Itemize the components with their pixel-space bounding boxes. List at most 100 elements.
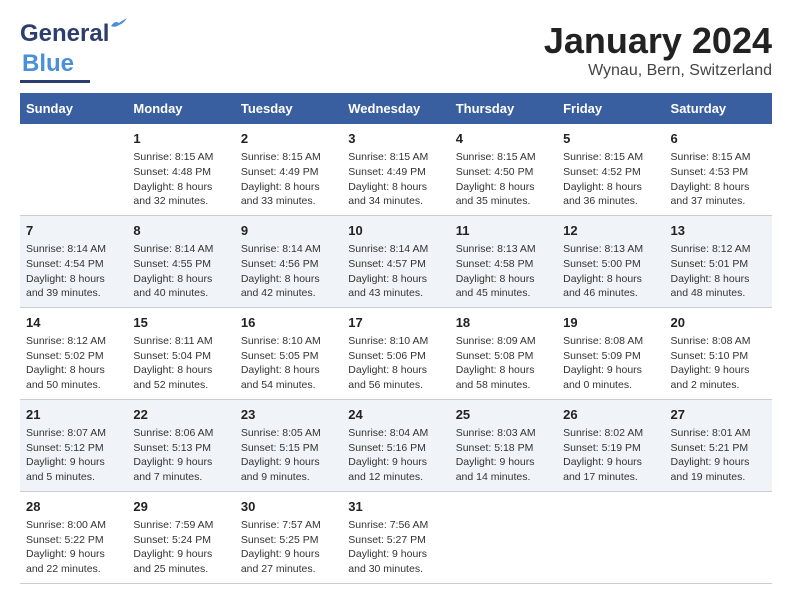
- day-info: Sunrise: 8:04 AMSunset: 5:16 PMDaylight:…: [348, 426, 443, 485]
- day-number: 16: [241, 314, 336, 332]
- day-info: Sunrise: 8:08 AMSunset: 5:10 PMDaylight:…: [671, 334, 766, 393]
- day-number: 23: [241, 406, 336, 424]
- day-cell: 31 Sunrise: 7:56 AMSunset: 5:27 PMDayligh…: [342, 491, 449, 583]
- weekday-header-friday: Friday: [557, 93, 664, 124]
- day-number: 18: [456, 314, 551, 332]
- day-info: Sunrise: 8:14 AMSunset: 4:55 PMDaylight:…: [133, 242, 228, 301]
- weekday-header-thursday: Thursday: [450, 93, 557, 124]
- day-info: Sunrise: 8:02 AMSunset: 5:19 PMDaylight:…: [563, 426, 658, 485]
- day-cell: 16Sunrise: 8:10 AMSunset: 5:05 PMDayligh…: [235, 307, 342, 399]
- day-info: Sunrise: 8:15 AMSunset: 4:53 PMDaylight:…: [671, 150, 766, 209]
- day-info: Sunrise: 8:07 AMSunset: 5:12 PMDaylight:…: [26, 426, 121, 485]
- week-row-2: 7 Sunrise: 8:14 AMSunset: 4:54 PMDaylight…: [20, 215, 772, 307]
- day-cell: [557, 491, 664, 583]
- weekday-header-sunday: Sunday: [20, 93, 127, 124]
- month-title: January 2024: [544, 20, 772, 62]
- day-cell: 12 Sunrise: 8:13 AMSunset: 5:00 PMDayligh…: [557, 215, 664, 307]
- day-info: Sunrise: 8:14 AMSunset: 4:56 PMDaylight:…: [241, 242, 336, 301]
- day-number: 28: [26, 498, 121, 516]
- week-row-4: 21Sunrise: 8:07 AMSunset: 5:12 PMDayligh…: [20, 399, 772, 491]
- day-info: Sunrise: 8:11 AMSunset: 5:04 PMDaylight:…: [133, 334, 228, 393]
- logo-underline: [20, 80, 90, 83]
- title-area: January 2024 Wynau, Bern, Switzerland: [544, 20, 772, 80]
- day-cell: 24Sunrise: 8:04 AMSunset: 5:16 PMDayligh…: [342, 399, 449, 491]
- day-cell: 22 Sunrise: 8:06 AMSunset: 5:13 PMDayligh…: [127, 399, 234, 491]
- day-number: 20: [671, 314, 766, 332]
- day-info: Sunrise: 8:05 AMSunset: 5:15 PMDaylight:…: [241, 426, 336, 485]
- day-number: 30: [241, 498, 336, 516]
- day-info: Sunrise: 8:01 AMSunset: 5:21 PMDaylight:…: [671, 426, 766, 485]
- day-number: 27: [671, 406, 766, 424]
- day-cell: 25Sunrise: 8:03 AMSunset: 5:18 PMDayligh…: [450, 399, 557, 491]
- day-info: Sunrise: 8:13 AMSunset: 5:00 PMDaylight:…: [563, 242, 658, 301]
- logo: General Blue: [20, 20, 109, 83]
- page-header: General Blue January 2024 Wynau, Bern, S…: [20, 20, 772, 83]
- day-cell: 8 Sunrise: 8:14 AMSunset: 4:55 PMDaylight…: [127, 215, 234, 307]
- day-number: 7: [26, 222, 121, 240]
- day-number: 22: [133, 406, 228, 424]
- day-number: 12: [563, 222, 658, 240]
- day-info: Sunrise: 8:10 AMSunset: 5:06 PMDaylight:…: [348, 334, 443, 393]
- day-cell: 10 Sunrise: 8:14 AMSunset: 4:57 PMDayligh…: [342, 215, 449, 307]
- day-cell: 1 Sunrise: 8:15 AMSunset: 4:48 PMDaylight…: [127, 124, 234, 215]
- day-number: 5: [563, 130, 658, 148]
- day-cell: 3Sunrise: 8:15 AMSunset: 4:49 PMDaylight…: [342, 124, 449, 215]
- weekday-header-wednesday: Wednesday: [342, 93, 449, 124]
- location: Wynau, Bern, Switzerland: [544, 62, 772, 80]
- day-cell: 19 Sunrise: 8:08 AMSunset: 5:09 PMDayligh…: [557, 307, 664, 399]
- logo-bird-icon: [111, 18, 127, 34]
- day-number: 4: [456, 130, 551, 148]
- day-info: Sunrise: 7:56 AMSunset: 5:27 PMDaylight:…: [348, 518, 443, 577]
- day-number: 29: [133, 498, 228, 516]
- day-number: 6: [671, 130, 766, 148]
- day-cell: 28 Sunrise: 8:00 AMSunset: 5:22 PMDayligh…: [20, 491, 127, 583]
- day-info: Sunrise: 8:00 AMSunset: 5:22 PMDaylight:…: [26, 518, 121, 577]
- day-number: 1: [133, 130, 228, 148]
- day-info: Sunrise: 7:59 AMSunset: 5:24 PMDaylight:…: [133, 518, 228, 577]
- day-info: Sunrise: 8:12 AMSunset: 5:01 PMDaylight:…: [671, 242, 766, 301]
- day-info: Sunrise: 8:14 AMSunset: 4:57 PMDaylight:…: [348, 242, 443, 301]
- day-number: 31: [348, 498, 443, 516]
- day-cell: 5 Sunrise: 8:15 AMSunset: 4:52 PMDaylight…: [557, 124, 664, 215]
- day-info: Sunrise: 8:06 AMSunset: 5:13 PMDaylight:…: [133, 426, 228, 485]
- day-info: Sunrise: 8:08 AMSunset: 5:09 PMDaylight:…: [563, 334, 658, 393]
- day-info: Sunrise: 8:15 AMSunset: 4:52 PMDaylight:…: [563, 150, 658, 209]
- day-number: 13: [671, 222, 766, 240]
- day-info: Sunrise: 8:15 AMSunset: 4:49 PMDaylight:…: [348, 150, 443, 209]
- day-cell: 13 Sunrise: 8:12 AMSunset: 5:01 PMDayligh…: [665, 215, 772, 307]
- week-row-5: 28 Sunrise: 8:00 AMSunset: 5:22 PMDayligh…: [20, 491, 772, 583]
- day-number: 10: [348, 222, 443, 240]
- logo-text: General: [20, 20, 109, 47]
- day-cell: 30Sunrise: 7:57 AMSunset: 5:25 PMDayligh…: [235, 491, 342, 583]
- day-cell: 7 Sunrise: 8:14 AMSunset: 4:54 PMDaylight…: [20, 215, 127, 307]
- day-number: 8: [133, 222, 228, 240]
- calendar-table: SundayMondayTuesdayWednesdayThursdayFrid…: [20, 93, 772, 584]
- day-number: 9: [241, 222, 336, 240]
- day-cell: 4 Sunrise: 8:15 AMSunset: 4:50 PMDaylight…: [450, 124, 557, 215]
- day-number: 19: [563, 314, 658, 332]
- day-cell: 9 Sunrise: 8:14 AMSunset: 4:56 PMDaylight…: [235, 215, 342, 307]
- day-info: Sunrise: 8:15 AMSunset: 4:50 PMDaylight:…: [456, 150, 551, 209]
- weekday-header-tuesday: Tuesday: [235, 93, 342, 124]
- day-cell: [20, 124, 127, 215]
- weekday-header-saturday: Saturday: [665, 93, 772, 124]
- week-row-1: 1 Sunrise: 8:15 AMSunset: 4:48 PMDaylight…: [20, 124, 772, 215]
- day-info: Sunrise: 8:15 AMSunset: 4:48 PMDaylight:…: [133, 150, 228, 209]
- day-number: 2: [241, 130, 336, 148]
- day-number: 14: [26, 314, 121, 332]
- day-cell: 21Sunrise: 8:07 AMSunset: 5:12 PMDayligh…: [20, 399, 127, 491]
- day-number: 11: [456, 222, 551, 240]
- day-number: 17: [348, 314, 443, 332]
- day-info: Sunrise: 8:03 AMSunset: 5:18 PMDaylight:…: [456, 426, 551, 485]
- day-cell: 11Sunrise: 8:13 AMSunset: 4:58 PMDayligh…: [450, 215, 557, 307]
- weekday-header-monday: Monday: [127, 93, 234, 124]
- day-cell: 20 Sunrise: 8:08 AMSunset: 5:10 PMDayligh…: [665, 307, 772, 399]
- day-info: Sunrise: 8:12 AMSunset: 5:02 PMDaylight:…: [26, 334, 121, 393]
- day-info: Sunrise: 8:14 AMSunset: 4:54 PMDaylight:…: [26, 242, 121, 301]
- day-number: 26: [563, 406, 658, 424]
- weekday-header-row: SundayMondayTuesdayWednesdayThursdayFrid…: [20, 93, 772, 124]
- logo-blue-text: Blue: [22, 50, 74, 77]
- day-info: Sunrise: 8:15 AMSunset: 4:49 PMDaylight:…: [241, 150, 336, 209]
- week-row-3: 14 Sunrise: 8:12 AMSunset: 5:02 PMDayligh…: [20, 307, 772, 399]
- day-cell: [450, 491, 557, 583]
